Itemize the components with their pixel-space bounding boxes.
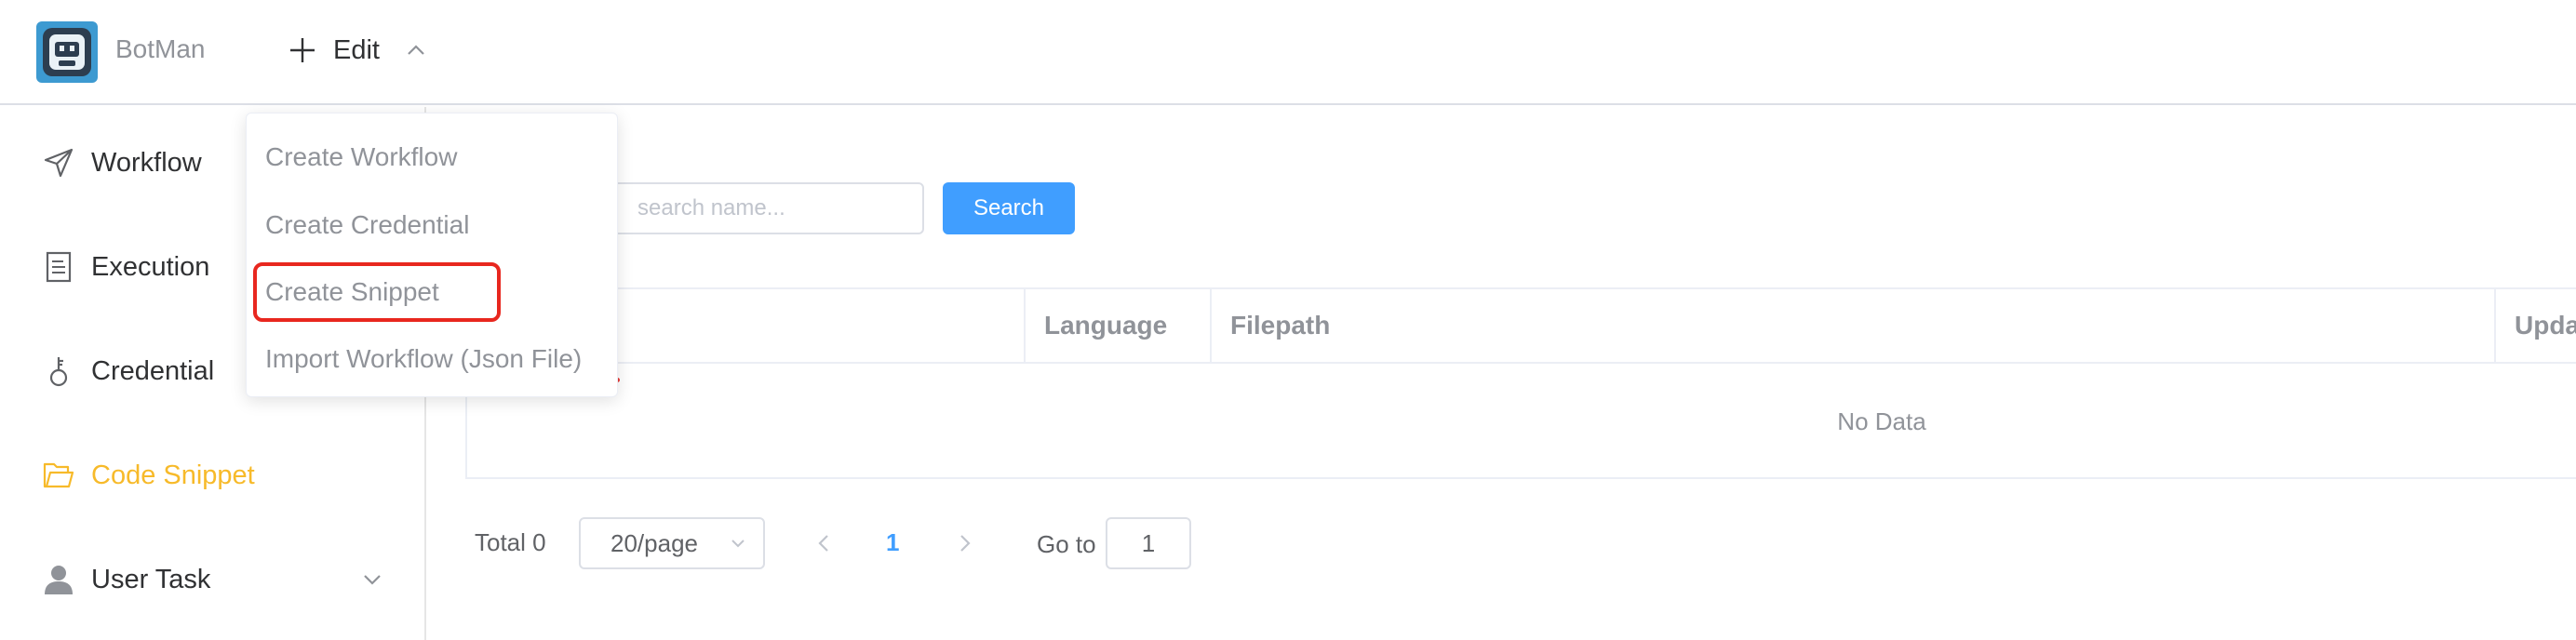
chevron-down-icon[interactable] bbox=[359, 567, 385, 593]
column-header-updated[interactable]: Updated bbox=[2496, 289, 2576, 362]
sidebar-item-label: Execution bbox=[91, 251, 210, 282]
menu-item-create-credential[interactable]: Create Credential bbox=[247, 195, 619, 255]
sidebar-item-label: Credential bbox=[91, 355, 215, 386]
main-content: Search Filename Language Filepath Update… bbox=[428, 107, 2576, 640]
user-icon bbox=[45, 566, 73, 594]
chevron-down-icon bbox=[731, 540, 745, 548]
snippet-table: Filename Language Filepath Updated No Da… bbox=[465, 287, 2576, 479]
key-icon bbox=[49, 357, 68, 387]
page-size-select[interactable]: 20/page bbox=[579, 517, 765, 569]
previous-page-icon[interactable] bbox=[810, 529, 838, 557]
menu-item-import-workflow[interactable]: Import Workflow (Json File) bbox=[247, 329, 619, 389]
sidebar-item-code-snippet[interactable]: Code Snippet bbox=[0, 423, 424, 527]
sidebar-item-label: User Task bbox=[91, 564, 211, 594]
edit-menu-trigger[interactable]: Edit bbox=[287, 28, 428, 73]
send-icon bbox=[44, 148, 74, 178]
column-header-filepath[interactable]: Filepath bbox=[1212, 289, 2496, 362]
botman-logo[interactable] bbox=[36, 21, 98, 83]
botman-app: BotMan Edit Workflow Execution Credentia… bbox=[0, 0, 2576, 640]
search-input[interactable] bbox=[608, 182, 924, 234]
column-header-language[interactable]: Language bbox=[1026, 289, 1212, 362]
sidebar-item-label: Code Snippet bbox=[91, 460, 255, 490]
document-icon bbox=[46, 251, 72, 283]
search-button[interactable]: Search bbox=[943, 182, 1075, 234]
edit-dropdown-menu: Create Workflow Create Credential Create… bbox=[246, 113, 618, 397]
page-size-value: 20/page bbox=[610, 528, 698, 557]
folder-icon bbox=[43, 462, 74, 488]
chevron-up-icon bbox=[408, 45, 424, 55]
sidebar-item-label: Workflow bbox=[91, 147, 202, 178]
top-header: BotMan Edit bbox=[0, 0, 2576, 105]
sidebar-item-user-task[interactable]: User Task bbox=[0, 527, 424, 632]
plus-icon bbox=[290, 38, 315, 62]
brand-name: BotMan bbox=[115, 34, 206, 63]
menu-item-create-snippet[interactable]: Create Snippet bbox=[247, 262, 619, 322]
pagination-total: Total 0 bbox=[475, 528, 546, 556]
empty-state-text: No Data bbox=[1837, 407, 1926, 435]
goto-page-input[interactable] bbox=[1106, 517, 1191, 569]
next-page-icon[interactable] bbox=[951, 529, 979, 557]
page-number-current[interactable]: 1 bbox=[886, 528, 899, 557]
menu-item-create-workflow[interactable]: Create Workflow bbox=[247, 127, 619, 187]
table-header: Filename Language Filepath Updated bbox=[467, 289, 2576, 364]
edit-label: Edit bbox=[333, 34, 380, 65]
goto-label: Go to bbox=[1037, 530, 1096, 558]
